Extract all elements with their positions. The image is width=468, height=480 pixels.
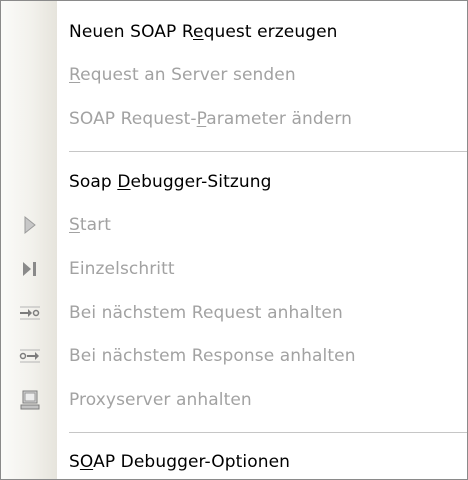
menu-item-single-step[interactable]: Einzelschritt xyxy=(1,248,467,290)
menu-item-send-request[interactable]: Request an Server senden xyxy=(1,54,467,96)
menu-item-label: Bei nächstem Response anhalten xyxy=(69,346,356,366)
menu-item-break-next-request[interactable]: Bei nächstem Request anhalten xyxy=(1,292,467,334)
menu-item-label: SOAP Debugger-Optionen xyxy=(69,452,291,472)
menu-item-label: Request an Server senden xyxy=(69,65,296,85)
menu-separator xyxy=(69,432,467,433)
menu-item-label: Proxyserver anhalten xyxy=(69,390,252,410)
menu-item-label: Soap Debugger-Sitzung xyxy=(69,172,272,192)
step-icon xyxy=(19,258,41,280)
break-on-response-icon xyxy=(19,345,41,367)
menu-item-label: Start xyxy=(69,215,112,235)
menu-item-stop-proxy-server[interactable]: Proxyserver anhalten xyxy=(1,379,467,421)
menu-item-new-soap-request[interactable]: Neuen SOAP Request erzeugen xyxy=(1,11,467,53)
menu-item-label: Neuen SOAP Request erzeugen xyxy=(69,22,338,42)
menu-item-soap-debugger-session[interactable]: Soap Debugger-Sitzung xyxy=(1,161,467,203)
context-menu: Neuen SOAP Request erzeugen Request an S… xyxy=(0,0,468,480)
proxy-server-icon xyxy=(19,389,41,411)
menu-item-soap-debugger-options[interactable]: SOAP Debugger-Optionen xyxy=(1,441,467,479)
menu-item-break-next-response[interactable]: Bei nächstem Response anhalten xyxy=(1,335,467,377)
menu-item-label: SOAP Request-Parameter ändern xyxy=(69,109,353,129)
menu-item-start[interactable]: Start xyxy=(1,204,467,246)
break-on-request-icon xyxy=(19,302,41,324)
menu-item-change-soap-parameters[interactable]: SOAP Request-Parameter ändern xyxy=(1,98,467,140)
menu-item-label: Bei nächstem Request anhalten xyxy=(69,303,343,323)
play-icon xyxy=(19,214,41,236)
menu-item-label: Einzelschritt xyxy=(69,259,175,279)
menu-separator xyxy=(69,151,467,152)
